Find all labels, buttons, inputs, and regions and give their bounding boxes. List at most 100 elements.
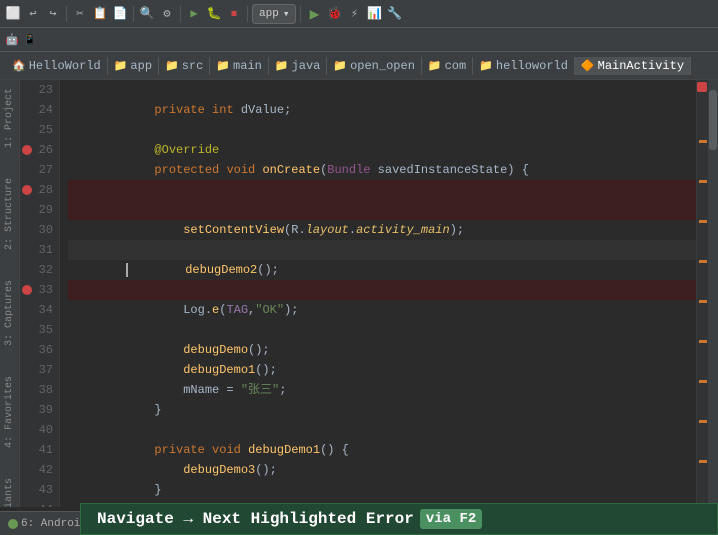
toolbar-icon-more1[interactable]: ⚡ <box>345 5 363 23</box>
line-num-33: 33 <box>20 280 53 300</box>
toolbar-icon-debug[interactable]: 🐛 <box>205 5 223 23</box>
dropdown-arrow: ▾ <box>283 7 290 21</box>
breadcrumb-src-label: src <box>182 59 204 73</box>
side-tab-favorites[interactable]: 4: Favorites <box>4 376 15 448</box>
scrollbar[interactable] <box>708 80 718 507</box>
toolbar-sep-4 <box>247 6 248 22</box>
code-line-40: private void debugDemo1() { <box>68 420 696 440</box>
mainactivity-icon: 🔶 <box>581 59 595 73</box>
toolbar-sep-1 <box>66 6 67 22</box>
breadcrumb-mainactivity[interactable]: 🔶 MainActivity <box>575 57 691 75</box>
breadcrumb-helloworld2-label: helloworld <box>496 59 568 73</box>
side-tab-variants[interactable]: Variants <box>4 478 15 507</box>
gutter-mark-7 <box>699 380 707 383</box>
code-line-42: } <box>68 460 696 480</box>
line-num-40: 40 <box>20 420 53 440</box>
scrollbar-thumb[interactable] <box>709 90 717 150</box>
line-num-28: 28 <box>20 180 53 200</box>
toolbar-icon-paste[interactable]: 📄 <box>111 5 129 23</box>
gutter-mark-1 <box>699 140 707 143</box>
line-num-29: 29 <box>20 200 53 220</box>
code-line-41: debugDemo3(); <box>68 440 696 460</box>
toolbar-icon-2[interactable]: ↩ <box>24 5 42 23</box>
side-tab-structure[interactable]: 2: Structure <box>4 178 15 250</box>
code-line-37: mName = "张三"; <box>68 360 696 380</box>
gutter-mark-8 <box>699 420 707 423</box>
line-num-23: 23 <box>20 80 53 100</box>
android-icon[interactable]: 🤖 <box>4 32 20 48</box>
com-folder-icon: 📁 <box>428 59 442 73</box>
code-line-38: } <box>68 380 696 400</box>
toolbar-icon-run[interactable]: ▶ <box>185 5 203 23</box>
toolbar-icon-play-green[interactable]: ▶ <box>305 5 323 23</box>
toolbar-icon-more2[interactable]: 📊 <box>365 5 383 23</box>
breadcrumb-app-label: app <box>130 59 152 73</box>
code-line-25: @Override <box>68 120 696 140</box>
code-line-36: debugDemo1(); <box>68 340 696 360</box>
breadcrumb-helloworld-label: HelloWorld <box>29 59 101 73</box>
breadcrumb-helloworld2[interactable]: 📁 helloworld <box>473 57 575 75</box>
android-indicator <box>8 519 18 529</box>
tooltip-key: via F2 <box>420 509 482 529</box>
code-line-35: debugDemo(); <box>68 320 696 340</box>
helloworld-icon: 🏠 <box>12 59 26 73</box>
line-num-39: 39 <box>20 400 53 420</box>
gutter-error-top <box>697 82 707 92</box>
breadcrumb-app[interactable]: 📁 app <box>108 57 159 75</box>
helloworld2-folder-icon: 📁 <box>479 59 493 73</box>
line-num-32: 32 <box>20 260 53 280</box>
line-num-30: 30 <box>20 220 53 240</box>
app-dropdown[interactable]: app ▾ <box>252 4 296 24</box>
breadcrumb-main[interactable]: 📁 main <box>210 57 269 75</box>
main-folder-icon: 📁 <box>216 59 230 73</box>
side-tab-captures[interactable]: 3: Captures <box>4 280 15 346</box>
breakpoint-28 <box>22 185 32 195</box>
line-num-42: 42 <box>20 460 53 480</box>
breadcrumb-java[interactable]: 📁 java <box>269 57 328 75</box>
line-num-38: 38 <box>20 380 53 400</box>
java-folder-icon: 📁 <box>275 59 289 73</box>
breadcrumb-com-label: com <box>445 59 467 73</box>
breadcrumb-com[interactable]: 📁 com <box>422 57 473 75</box>
app-folder-icon: 📁 <box>114 59 128 73</box>
tooltip-text: Navigate → Next Highlighted Error <box>97 510 414 528</box>
line-num-36: 36 <box>20 340 53 360</box>
src-folder-icon: 📁 <box>165 59 179 73</box>
toolbar-icon-3[interactable]: ↪ <box>44 5 62 23</box>
toolbar-icon-1[interactable]: ⬜ <box>4 5 22 23</box>
toolbar-icon-more3[interactable]: 🔧 <box>385 5 403 23</box>
breadcrumb-main-label: main <box>233 59 262 73</box>
toolbar-icon-copy[interactable]: 📋 <box>91 5 109 23</box>
line-num-26: 26 <box>20 140 53 160</box>
line-num-35: 35 <box>20 320 53 340</box>
main-toolbar: ⬜ ↩ ↪ ✂ 📋 📄 🔍 ⚙ ▶ 🐛 ⏹ app ▾ ▶ 🐞 ⚡ 📊 🔧 <box>0 0 718 28</box>
main-layout: 1: Project 2: Structure 3: Captures 4: F… <box>0 80 718 507</box>
code-line-23: private int dValue; <box>68 80 696 100</box>
toolbar-icon-cut[interactable]: ✂ <box>71 5 89 23</box>
code-line-24 <box>68 100 696 120</box>
secondary-toolbar: 🤖 📱 <box>0 28 718 52</box>
side-tab-project[interactable]: 1: Project <box>4 88 15 148</box>
code-line-33: Log.e(TAG,"OK"); <box>68 280 696 300</box>
side-panel-tabs: 1: Project 2: Structure 3: Captures 4: F… <box>0 80 20 507</box>
tooltip-bar: Navigate → Next Highlighted Error via F2 <box>80 503 718 535</box>
device-icon[interactable]: 📱 <box>22 32 38 48</box>
toolbar-icon-debug2[interactable]: 🐞 <box>325 5 343 23</box>
breadcrumb-src[interactable]: 📁 src <box>159 57 210 75</box>
error-indicator-26 <box>22 145 32 155</box>
toolbar-icon-search[interactable]: 🔍 <box>138 5 156 23</box>
code-content[interactable]: private int dValue; @Override protected … <box>60 80 696 507</box>
right-gutter <box>696 80 708 507</box>
toolbar-icon-5[interactable]: ⚙ <box>158 5 176 23</box>
breadcrumb-helloworld[interactable]: 🏠 HelloWorld <box>6 57 108 75</box>
breakpoint-33 <box>22 285 32 295</box>
code-line-27 <box>68 160 696 180</box>
code-line-39 <box>68 400 696 420</box>
breadcrumb-open-open[interactable]: 📁 open_open <box>327 57 422 75</box>
toolbar-icon-stop[interactable]: ⏹ <box>225 5 243 23</box>
app-dropdown-label: app <box>259 8 279 20</box>
breadcrumb-mainactivity-label: MainActivity <box>598 59 684 73</box>
code-line-43 <box>68 480 696 500</box>
code-line-32 <box>68 260 696 280</box>
breadcrumb-open-open-label: open_open <box>350 59 415 73</box>
